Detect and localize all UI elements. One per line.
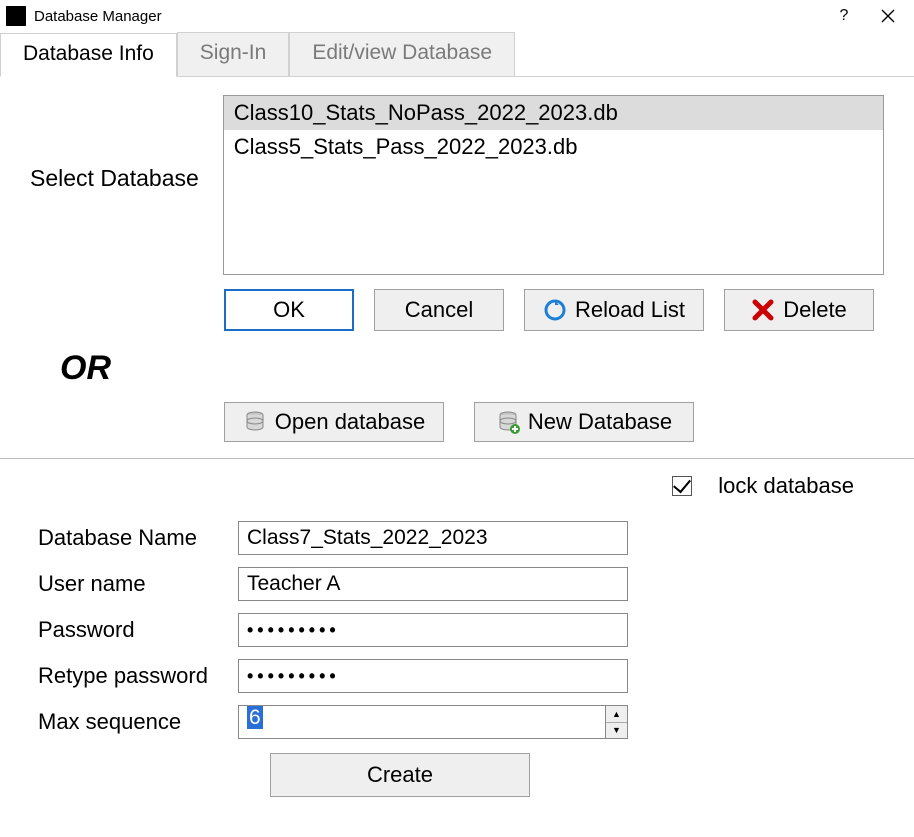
help-button[interactable]: ? <box>822 2 866 30</box>
database-icon <box>243 410 267 434</box>
max-sequence-stepper[interactable]: 6 ▲ ▼ <box>238 705 628 739</box>
app-icon <box>6 6 26 26</box>
reload-list-label: Reload List <box>575 297 685 323</box>
titlebar: Database Manager ? <box>0 0 914 32</box>
database-name-input[interactable] <box>238 521 628 555</box>
spin-up-button[interactable]: ▲ <box>606 706 627 723</box>
delete-button[interactable]: Delete <box>724 289 874 331</box>
open-database-button[interactable]: Open database <box>224 402 444 442</box>
list-item[interactable]: Class5_Stats_Pass_2022_2023.db <box>224 130 883 164</box>
spin-down-button[interactable]: ▼ <box>606 723 627 739</box>
select-database-label: Select Database <box>30 165 199 192</box>
password-input[interactable] <box>238 613 628 647</box>
lock-database-checkbox[interactable] <box>672 476 692 496</box>
lock-database-label: lock database <box>718 473 854 499</box>
database-listbox[interactable]: Class10_Stats_NoPass_2022_2023.db Class5… <box>223 95 884 275</box>
tab-database-info[interactable]: Database Info <box>0 33 177 77</box>
retype-password-input[interactable] <box>238 659 628 693</box>
cancel-button[interactable]: Cancel <box>374 289 504 331</box>
database-name-label: Database Name <box>38 525 238 551</box>
new-database-button[interactable]: New Database <box>474 402 694 442</box>
database-add-icon <box>496 410 520 434</box>
tab-bar: Database Info Sign-In Edit/view Database <box>0 32 914 77</box>
max-sequence-input[interactable]: 6 <box>239 706 605 738</box>
reload-icon <box>543 298 567 322</box>
list-item[interactable]: Class10_Stats_NoPass_2022_2023.db <box>224 96 883 130</box>
ok-button[interactable]: OK <box>224 289 354 331</box>
or-label: OR <box>60 349 884 388</box>
tab-sign-in[interactable]: Sign-In <box>177 32 290 76</box>
max-sequence-label: Max sequence <box>38 709 238 735</box>
password-label: Password <box>38 617 238 643</box>
retype-password-label: Retype password <box>38 663 238 689</box>
new-database-label: New Database <box>528 409 672 435</box>
window-title: Database Manager <box>34 8 822 25</box>
close-icon <box>881 9 895 23</box>
user-name-label: User name <box>38 571 238 597</box>
user-name-input[interactable] <box>238 567 628 601</box>
delete-label: Delete <box>783 297 847 323</box>
separator <box>0 458 914 459</box>
open-database-label: Open database <box>275 409 425 435</box>
close-button[interactable] <box>866 2 910 30</box>
delete-icon <box>751 298 775 322</box>
tab-content: Select Database Class10_Stats_NoPass_202… <box>0 77 914 442</box>
tab-edit-view-database[interactable]: Edit/view Database <box>289 32 515 76</box>
create-button[interactable]: Create <box>270 753 530 797</box>
reload-list-button[interactable]: Reload List <box>524 289 704 331</box>
